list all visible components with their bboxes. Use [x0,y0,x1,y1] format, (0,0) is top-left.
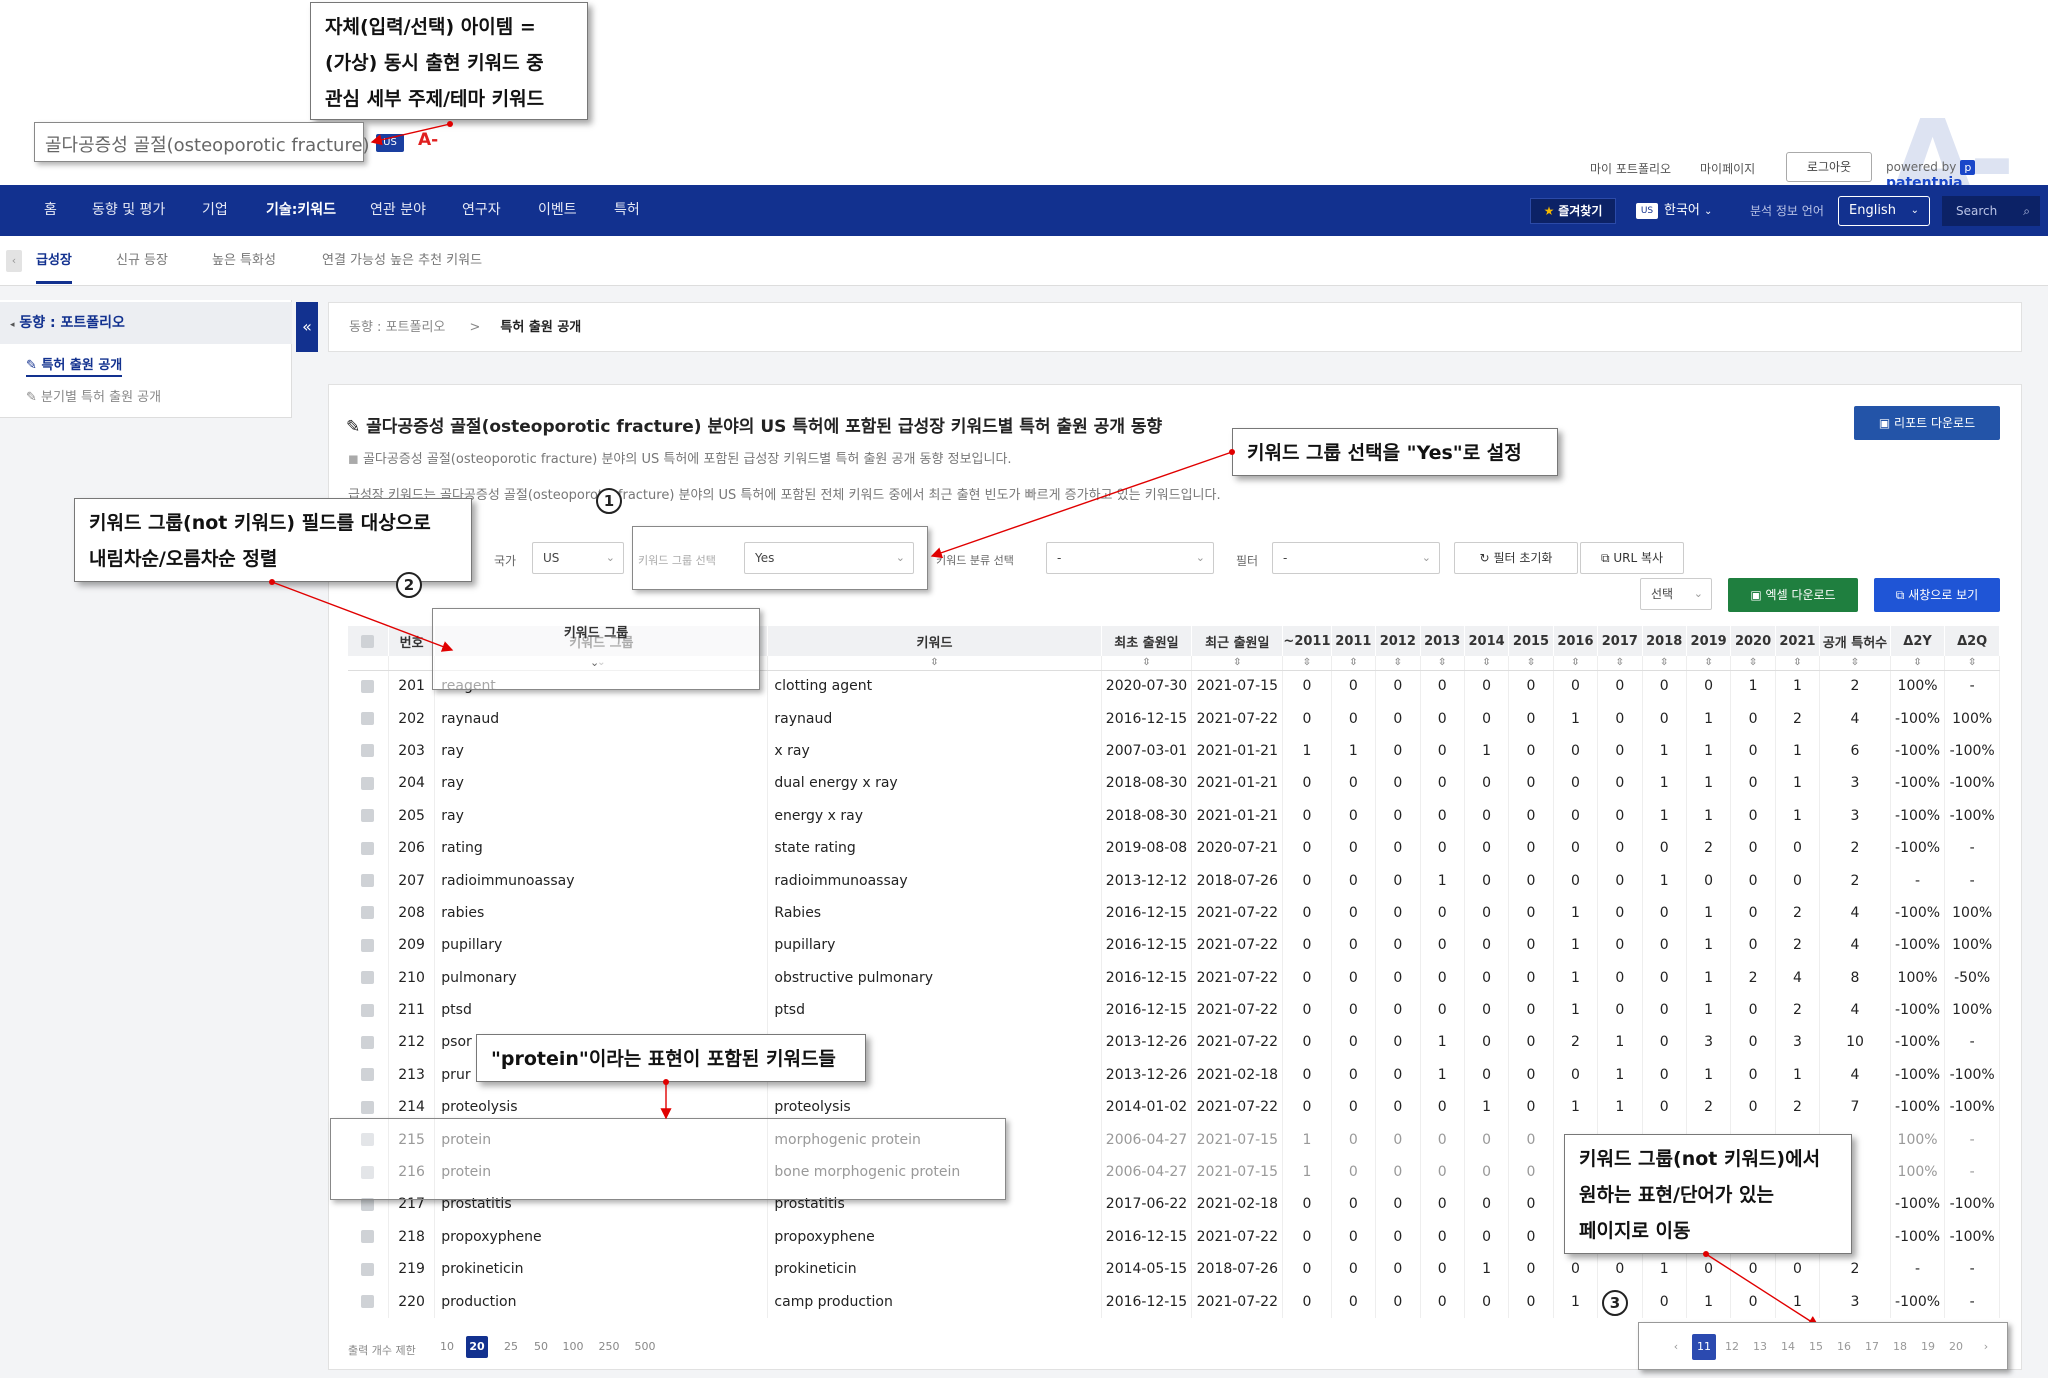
page-button[interactable]: 18 [1888,1334,1912,1360]
arrow-1 [370,123,451,146]
page-size-option[interactable]: 50 [530,1336,552,1358]
arrow-dot [269,579,275,585]
pagination-prev-icon[interactable]: ‹ [1664,1334,1688,1360]
page-button[interactable]: 16 [1832,1334,1856,1360]
page-size-option[interactable]: 250 [598,1336,620,1358]
arrow-dots [269,121,1709,1257]
annotation-arrows [269,121,1820,1327]
page-size-option[interactable]: 100 [562,1336,584,1358]
page-size-label: 출력 개수 제한 [348,1344,416,1357]
arrow-3 [271,581,454,652]
arrow-dot [663,1079,669,1085]
page-button[interactable]: 14 [1776,1334,1800,1360]
page-button[interactable]: 20 [1944,1334,1968,1360]
page-size-option[interactable]: 10 [436,1336,458,1358]
arrow-dot [447,121,453,127]
page-button[interactable]: 11 [1692,1334,1716,1360]
page-button[interactable]: 17 [1860,1334,1884,1360]
arrow-dot [1229,449,1235,455]
page-size-option[interactable]: 25 [500,1336,522,1358]
page-button[interactable]: 13 [1748,1334,1772,1360]
page-size-option[interactable]: 20 [466,1336,488,1358]
arrow-2 [930,451,1233,559]
page-button[interactable]: 19 [1916,1334,1940,1360]
arrow-dot [1703,1251,1709,1257]
pagination-next-icon[interactable]: › [1974,1334,1998,1360]
page-button[interactable]: 15 [1804,1334,1828,1360]
page-size-option[interactable]: 500 [634,1336,656,1358]
page-button[interactable]: 12 [1720,1334,1744,1360]
arrow-5 [1705,1253,1820,1327]
